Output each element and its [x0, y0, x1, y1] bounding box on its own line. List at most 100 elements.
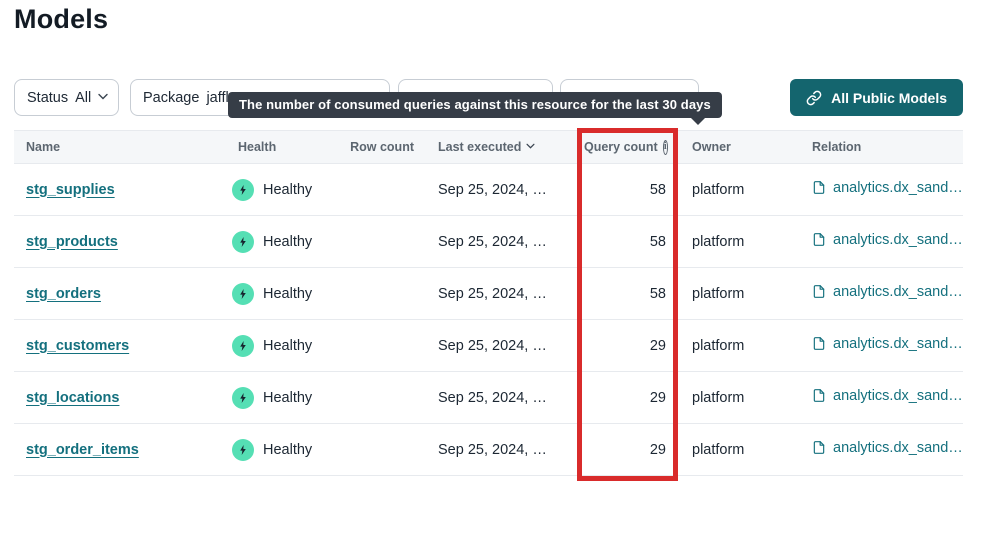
relation-link[interactable]: analytics.dx_sand…	[812, 388, 963, 404]
all-public-models-button[interactable]: All Public Models	[790, 79, 963, 116]
status-filter-dropdown[interactable]: Status All	[14, 79, 119, 116]
health-label: Healthy	[263, 234, 312, 250]
column-header-name: Name	[14, 140, 226, 154]
model-name-link[interactable]: stg_orders	[26, 286, 101, 302]
column-header-row-count: Row count	[356, 140, 426, 154]
health-cell: Healthy	[226, 283, 356, 305]
file-icon	[812, 388, 826, 403]
last-executed-cell: Sep 25, 2024, …	[426, 286, 572, 302]
info-icon[interactable]: i	[663, 140, 668, 155]
relation-cell: analytics.dx_sand…	[800, 232, 963, 252]
last-executed-cell: Sep 25, 2024, …	[426, 338, 572, 354]
tooltip-text: The number of consumed queries against t…	[239, 97, 711, 112]
relation-label: analytics.dx_sand…	[833, 440, 963, 456]
name-cell: stg_order_items	[14, 442, 226, 458]
health-cell: Healthy	[226, 179, 356, 201]
health-label: Healthy	[263, 338, 312, 354]
relation-cell: analytics.dx_sand…	[800, 440, 963, 460]
query-count-cell: 29	[572, 442, 680, 458]
healthy-bolt-icon	[232, 283, 254, 305]
owner-cell: platform	[680, 442, 800, 458]
model-name-link[interactable]: stg_customers	[26, 338, 129, 354]
health-label: Healthy	[263, 442, 312, 458]
chevron-down-icon	[98, 93, 107, 102]
healthy-bolt-icon	[232, 439, 254, 461]
owner-cell: platform	[680, 390, 800, 406]
health-cell: Healthy	[226, 439, 356, 461]
table-row: stg_locations Healthy Sep 25, 2024, … 29…	[14, 372, 963, 424]
model-name-link[interactable]: stg_supplies	[26, 182, 115, 198]
owner-cell: platform	[680, 286, 800, 302]
relation-link[interactable]: analytics.dx_sand…	[812, 336, 963, 352]
page-title: Models	[14, 4, 108, 35]
models-table: Name Health Row count Last executed Quer…	[14, 130, 963, 476]
status-filter-value: All	[75, 90, 91, 106]
healthy-bolt-icon	[232, 335, 254, 357]
owner-cell: platform	[680, 182, 800, 198]
relation-link[interactable]: analytics.dx_sand…	[812, 232, 963, 248]
tooltip-arrow	[690, 117, 706, 125]
table-row: stg_products Healthy Sep 25, 2024, … 58 …	[14, 216, 963, 268]
query-count-cell: 29	[572, 338, 680, 354]
file-icon	[812, 284, 826, 299]
relation-link[interactable]: analytics.dx_sand…	[812, 440, 963, 456]
last-executed-cell: Sep 25, 2024, …	[426, 182, 572, 198]
query-count-cell: 58	[572, 286, 680, 302]
query-count-cell: 29	[572, 390, 680, 406]
all-public-models-label: All Public Models	[831, 90, 947, 106]
file-icon	[812, 336, 826, 351]
column-header-relation: Relation	[800, 140, 963, 154]
name-cell: stg_customers	[14, 338, 226, 354]
name-cell: stg_orders	[14, 286, 226, 302]
relation-cell: analytics.dx_sand…	[800, 180, 963, 200]
status-filter-label: Status	[27, 90, 68, 106]
column-header-query-count[interactable]: Query count i	[572, 140, 680, 155]
query-count-cell: 58	[572, 182, 680, 198]
name-cell: stg_locations	[14, 390, 226, 406]
column-header-last-executed[interactable]: Last executed	[426, 140, 572, 154]
column-header-health: Health	[226, 140, 356, 154]
name-cell: stg_supplies	[14, 182, 226, 198]
relation-cell: analytics.dx_sand…	[800, 284, 963, 304]
health-label: Healthy	[263, 286, 312, 302]
health-cell: Healthy	[226, 335, 356, 357]
owner-cell: platform	[680, 234, 800, 250]
health-cell: Healthy	[226, 231, 356, 253]
relation-label: analytics.dx_sand…	[833, 336, 963, 352]
relation-link[interactable]: analytics.dx_sand…	[812, 284, 963, 300]
query-count-cell: 58	[572, 234, 680, 250]
table-row: stg_supplies Healthy Sep 25, 2024, … 58 …	[14, 164, 963, 216]
model-name-link[interactable]: stg_products	[26, 234, 118, 250]
table-row: stg_order_items Healthy Sep 25, 2024, … …	[14, 424, 963, 476]
table-header-row: Name Health Row count Last executed Quer…	[14, 130, 963, 164]
healthy-bolt-icon	[232, 231, 254, 253]
relation-label: analytics.dx_sand…	[833, 180, 963, 196]
name-cell: stg_products	[14, 234, 226, 250]
last-executed-cell: Sep 25, 2024, …	[426, 390, 572, 406]
link-icon	[806, 90, 822, 106]
relation-label: analytics.dx_sand…	[833, 232, 963, 248]
healthy-bolt-icon	[232, 387, 254, 409]
health-label: Healthy	[263, 390, 312, 406]
table-body: stg_supplies Healthy Sep 25, 2024, … 58 …	[14, 164, 963, 476]
relation-link[interactable]: analytics.dx_sand…	[812, 180, 963, 196]
file-icon	[812, 180, 826, 195]
relation-cell: analytics.dx_sand…	[800, 336, 963, 356]
package-filter-label: Package	[143, 90, 199, 106]
model-name-link[interactable]: stg_order_items	[26, 442, 139, 458]
healthy-bolt-icon	[232, 179, 254, 201]
relation-label: analytics.dx_sand…	[833, 388, 963, 404]
column-header-owner: Owner	[680, 140, 800, 154]
health-label: Healthy	[263, 182, 312, 198]
owner-cell: platform	[680, 338, 800, 354]
models-page: Models Status All Package jaffle_ A	[0, 0, 989, 536]
file-icon	[812, 440, 826, 455]
relation-label: analytics.dx_sand…	[833, 284, 963, 300]
relation-cell: analytics.dx_sand…	[800, 388, 963, 408]
health-cell: Healthy	[226, 387, 356, 409]
last-executed-cell: Sep 25, 2024, …	[426, 442, 572, 458]
last-executed-cell: Sep 25, 2024, …	[426, 234, 572, 250]
sort-chevron-down-icon	[526, 143, 535, 152]
model-name-link[interactable]: stg_locations	[26, 390, 119, 406]
query-count-tooltip: The number of consumed queries against t…	[228, 92, 722, 118]
